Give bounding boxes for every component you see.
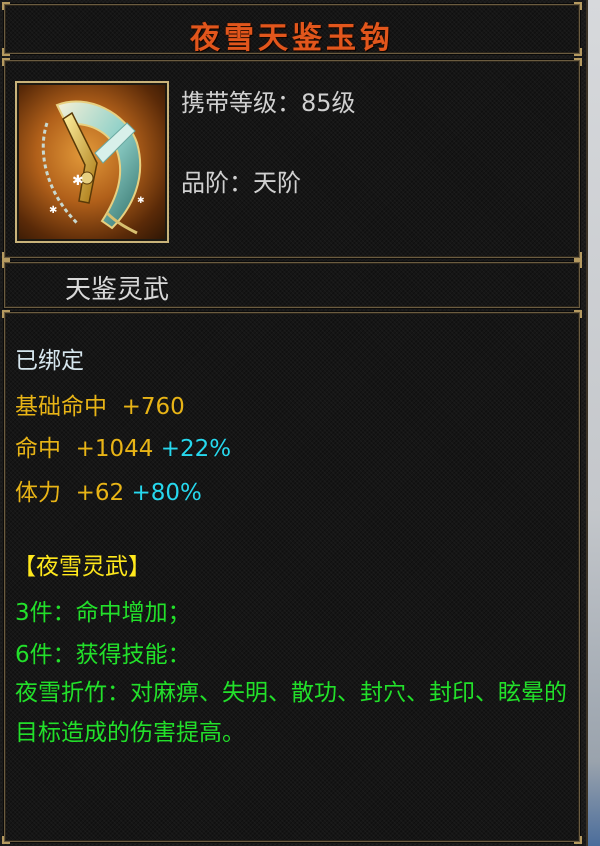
stat-value: +1044 xyxy=(75,436,154,462)
frame-corner xyxy=(2,310,10,318)
grade-label: 品阶： xyxy=(181,169,253,197)
category-bar: 天鉴灵武 xyxy=(2,260,582,308)
title-bar: 夜雪天鉴玉钩 xyxy=(2,2,582,56)
stat-bonus: +22% xyxy=(160,436,232,462)
frame-corner xyxy=(574,836,582,844)
level-requirement: 携带等级：85级 xyxy=(181,83,356,118)
stat-bonus: +80% xyxy=(131,480,202,506)
item-name: 夜雪天鉴玉钩 xyxy=(190,21,394,56)
stats-panel: 已绑定 基础命中 +760 命中 +1044 +22% 体力 +62 +80% … xyxy=(2,310,582,844)
frame-corner xyxy=(2,836,10,844)
frame-corner xyxy=(2,260,10,268)
svg-text:✱: ✱ xyxy=(137,196,145,206)
stat-value: +760 xyxy=(121,394,185,420)
jade-hook-weapon-icon: ✱ ✱ ✱ xyxy=(41,100,145,235)
item-icon: ✱ ✱ ✱ xyxy=(15,81,169,243)
stat-label: 基础命中 xyxy=(15,394,107,420)
set-name: 【夜雪灵武】 xyxy=(13,554,151,580)
level-label: 携带等级： xyxy=(181,89,301,117)
stat-value: +62 xyxy=(75,480,125,506)
svg-text:✱: ✱ xyxy=(72,173,84,189)
stat-base-hit: 基础命中 +760 xyxy=(15,387,185,421)
svg-text:✱: ✱ xyxy=(49,205,57,216)
stat-stamina: 体力 +62 +80% xyxy=(15,473,202,507)
stat-label: 体力 xyxy=(15,480,61,506)
set-bonus-3: 3件：命中增加； xyxy=(15,600,191,626)
frame-corner xyxy=(574,310,582,318)
set-bonus-6: 6件：获得技能： xyxy=(15,642,191,668)
grade: 品阶：天阶 xyxy=(181,163,301,198)
bound-status: 已绑定 xyxy=(15,348,84,374)
level-value: 85级 xyxy=(301,89,356,117)
background-window-edge xyxy=(588,0,600,846)
stat-hit: 命中 +1044 +22% xyxy=(15,429,231,463)
set-skill-description: 夜雪折竹：对麻痹、失明、散功、封穴、封印、眩晕的目标造成的伤害提高。 xyxy=(15,680,567,746)
frame-corner xyxy=(2,58,10,66)
tooltip-window: 夜雪天鉴玉钩 ✱ ✱ ✱ 携带等级：85级 品阶：天阶 天鉴灵武 已绑定 基础命… xyxy=(0,0,588,846)
stat-label: 命中 xyxy=(15,436,61,462)
frame-corner xyxy=(574,252,582,260)
frame-corner xyxy=(574,260,582,268)
item-category: 天鉴灵武 xyxy=(65,275,170,305)
grade-value: 天阶 xyxy=(253,169,301,197)
frame-corner xyxy=(574,2,582,10)
frame-corner xyxy=(574,58,582,66)
item-header: ✱ ✱ ✱ 携带等级：85级 品阶：天阶 xyxy=(2,58,582,260)
frame-corner xyxy=(2,2,10,10)
frame-corner xyxy=(2,252,10,260)
